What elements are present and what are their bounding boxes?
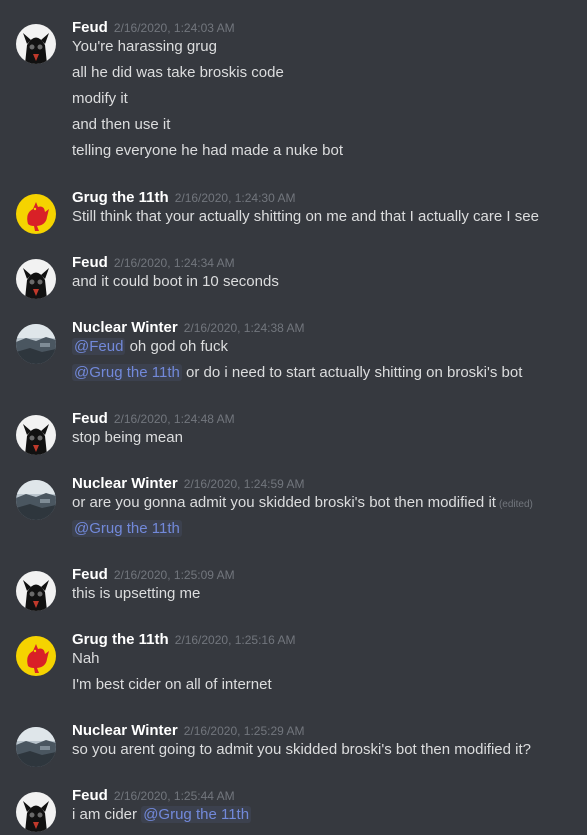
username[interactable]: Feud [72,566,108,583]
message-line: modify it [72,90,128,107]
username[interactable]: Feud [72,410,108,427]
timestamp: 2/16/2020, 1:24:48 AM [113,412,235,426]
username[interactable]: Feud [72,787,108,804]
message-line: Nah [72,650,100,667]
username[interactable]: Nuclear Winter [72,475,178,492]
message-line: @Grug the 11th [72,518,182,540]
timestamp: 2/16/2020, 1:24:30 AM [174,191,296,205]
timestamp: 2/16/2020, 1:25:44 AM [113,789,235,803]
username[interactable]: Feud [72,254,108,271]
message-line: or are you gonna admit you skidded brosk… [72,492,533,516]
username[interactable]: Feud [72,19,108,36]
message-line: Still think that your actually shitting … [72,208,539,225]
timestamp: 2/16/2020, 1:24:59 AM [183,477,305,491]
feud-avatar-icon[interactable] [16,24,56,64]
username[interactable]: Nuclear Winter [72,722,178,739]
message-line: all he did was take broskis code [72,64,284,81]
landscape-avatar-icon[interactable] [16,480,56,520]
rooster-avatar-icon[interactable] [16,194,56,234]
timestamp: 2/16/2020, 1:24:34 AM [113,256,235,270]
message-line: and then use it [72,116,171,133]
feud-avatar-icon[interactable] [16,415,56,455]
message-line: I'm best cider on all of internet [72,676,272,693]
rooster-avatar-icon[interactable] [16,636,56,676]
chat-messages: Feud 2/16/2020, 1:24:03 AM You're harassi… [0,0,587,835]
landscape-avatar-icon[interactable] [16,324,56,364]
user-mention[interactable]: @Grug the 11th [141,806,252,823]
landscape-avatar-icon[interactable] [16,727,56,767]
username[interactable]: Grug the 11th [72,189,169,206]
message-line: i am cider @Grug the 11th [72,804,252,826]
user-mention[interactable]: @Grug the 11th [72,364,182,381]
message-line: @Grug the 11th or do i need to start act… [72,362,522,384]
timestamp: 2/16/2020, 1:24:03 AM [113,21,235,35]
message-line: telling everyone he had made a nuke bot [72,142,344,159]
message-line: stop being mean [72,429,183,446]
message-line: and it could boot in 10 seconds [72,273,279,290]
timestamp: 2/16/2020, 1:25:09 AM [113,568,235,582]
message-text: or do i need to start actually shitting … [186,364,523,381]
feud-avatar-icon[interactable] [16,259,56,299]
user-mention[interactable]: @Grug the 11th [72,520,182,537]
message-line: this is upsetting me [72,585,201,602]
message-header: Grug the 11th 2/16/2020, 1:25:16 AM [72,629,295,651]
message-line: You're harassing grug [72,38,217,55]
username[interactable]: Grug the 11th [72,631,169,648]
message-text: oh god oh fuck [129,338,229,355]
message-text: i am cider [72,806,138,823]
timestamp: 2/16/2020, 1:24:38 AM [183,321,305,335]
user-mention[interactable]: @Feud [72,338,126,355]
message-line: @Feud oh god oh fuck [72,336,228,358]
timestamp: 2/16/2020, 1:25:16 AM [174,633,296,647]
message-text: or are you gonna admit you skidded brosk… [72,494,496,511]
feud-avatar-icon[interactable] [16,571,56,611]
feud-avatar-icon[interactable] [16,792,56,832]
username[interactable]: Nuclear Winter [72,319,178,336]
timestamp: 2/16/2020, 1:25:29 AM [183,724,305,738]
edited-label: (edited) [498,499,533,510]
message-line: so you arent going to admit you skidded … [72,741,531,758]
